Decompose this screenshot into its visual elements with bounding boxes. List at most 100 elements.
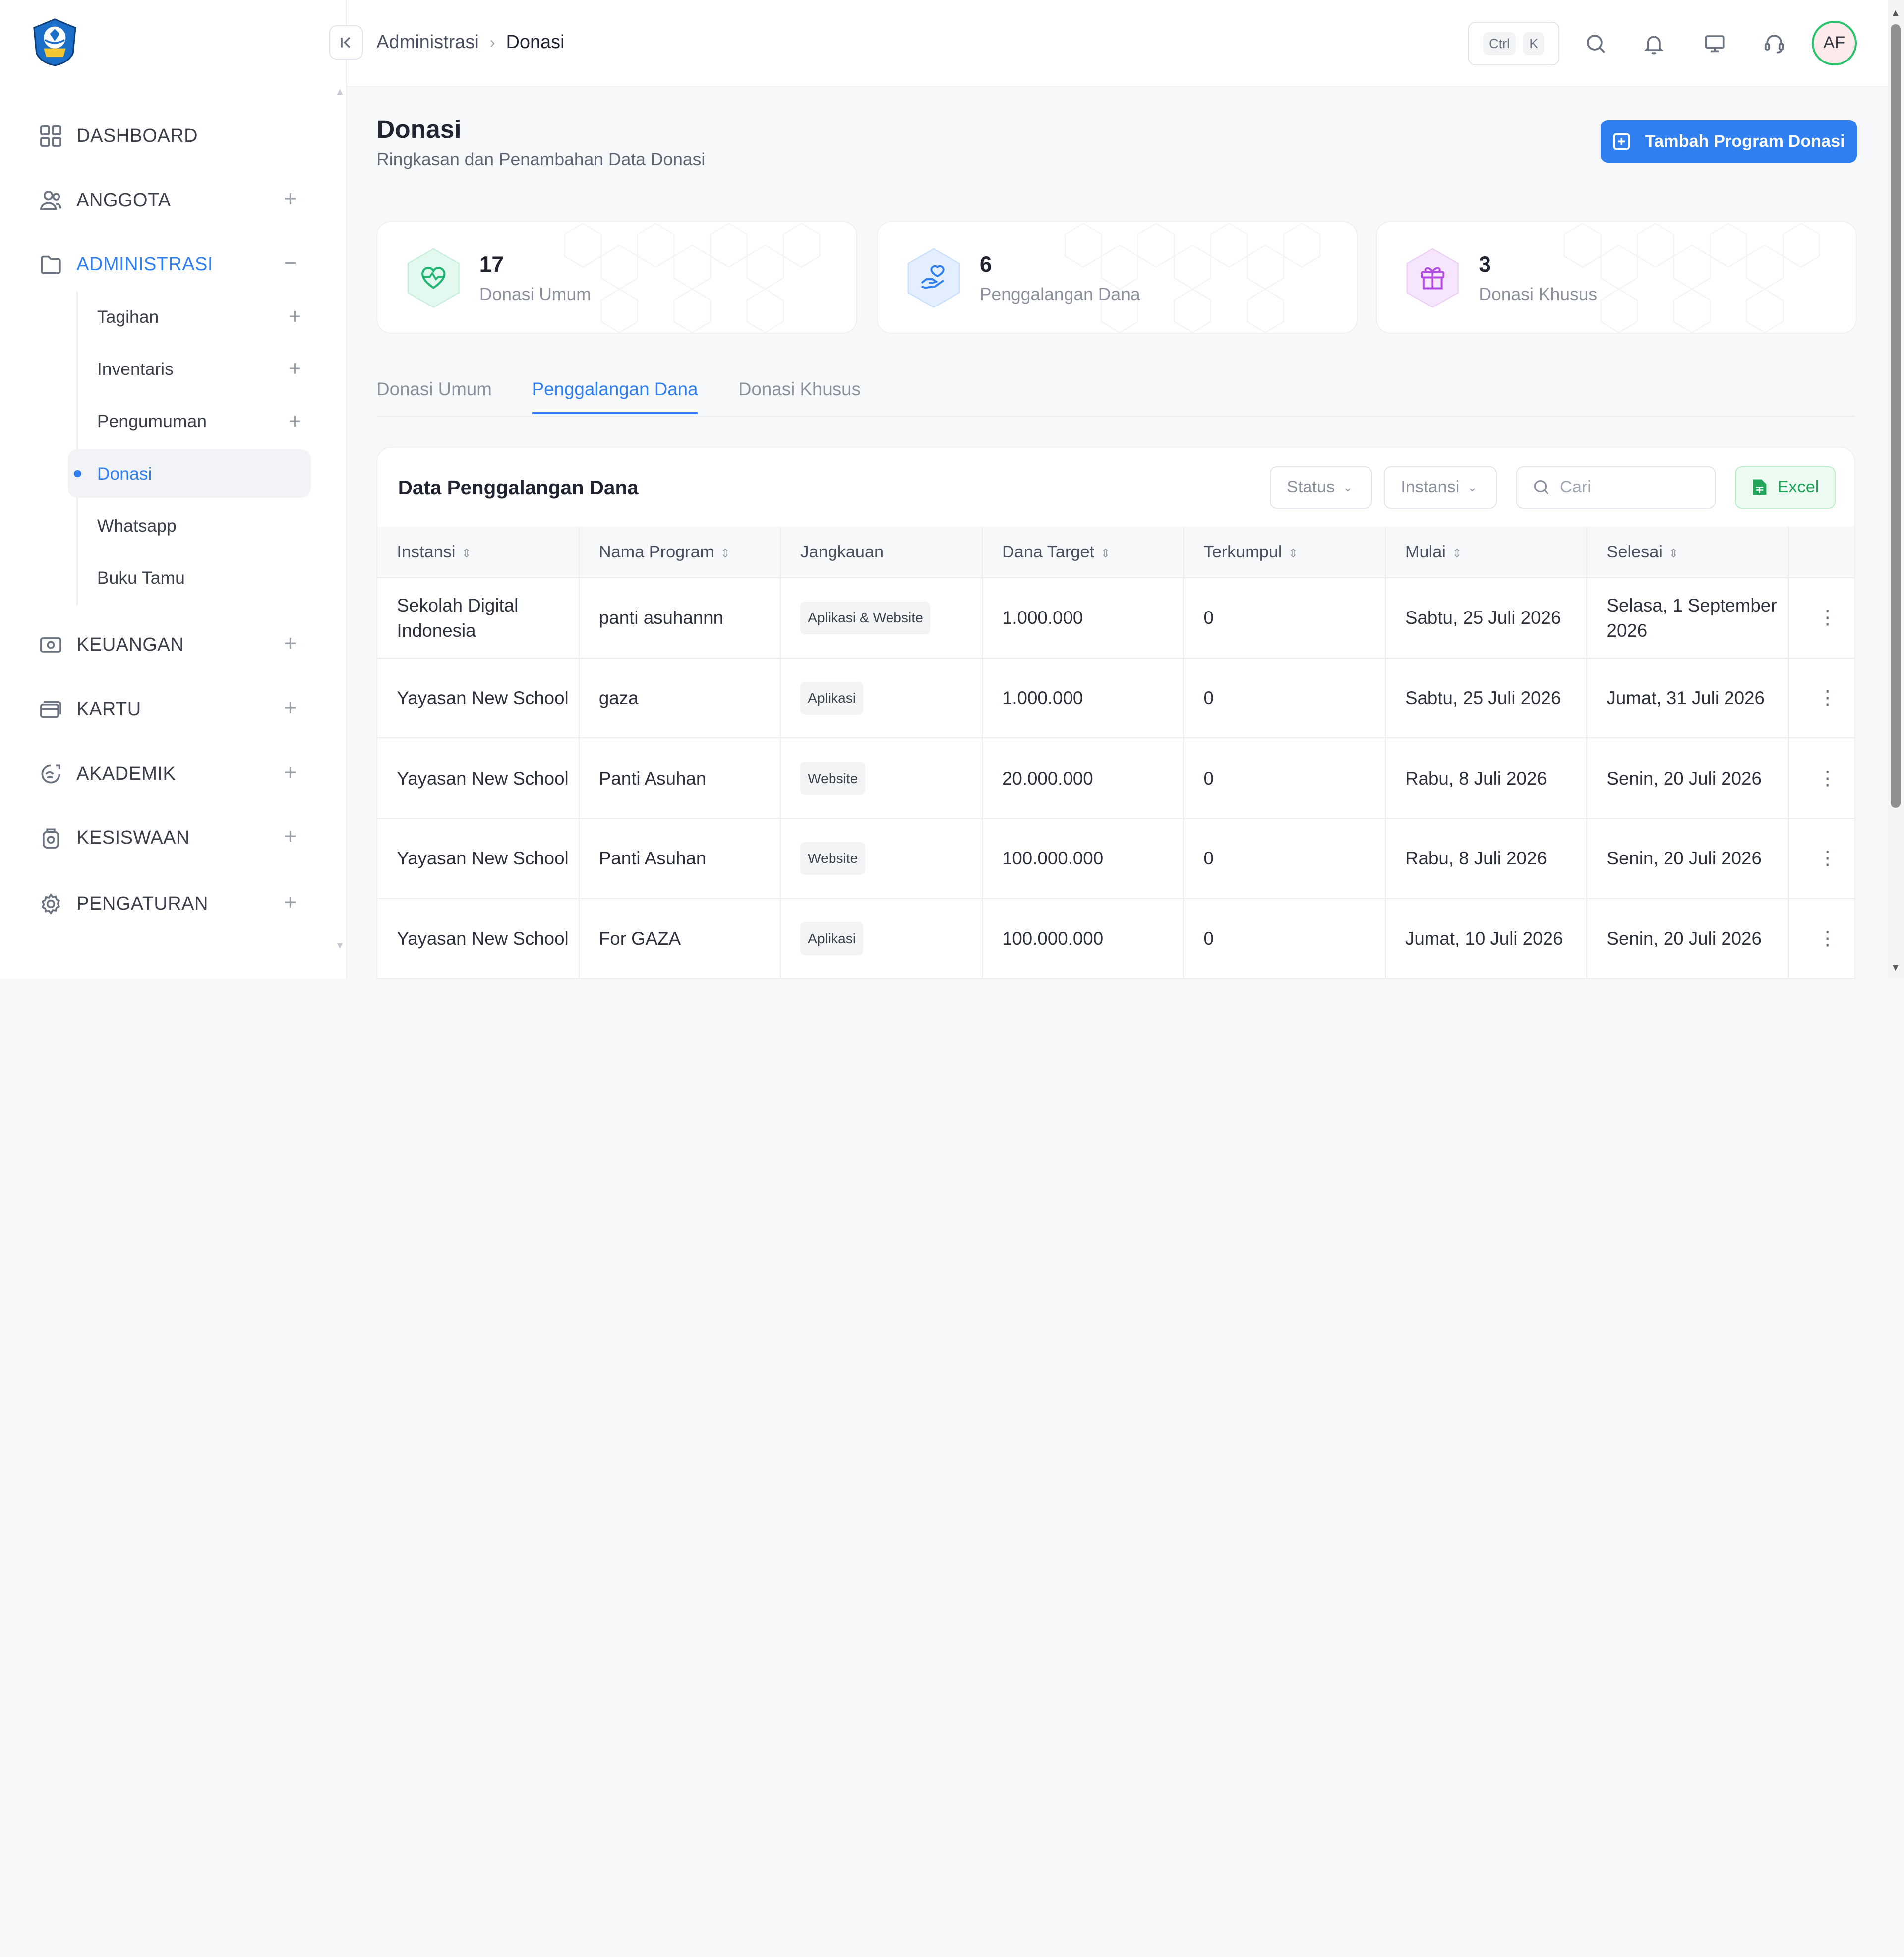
plus-icon[interactable]: + bbox=[279, 697, 301, 719]
card-title: Data Penggalangan Dana bbox=[398, 476, 639, 499]
stat-card-donasi-umum[interactable]: 17 Donasi Umum bbox=[376, 221, 857, 334]
sidebar-subitem-tagihan[interactable]: Tagihan + bbox=[68, 293, 311, 341]
school-logo[interactable] bbox=[29, 17, 80, 68]
add-donation-program-button[interactable]: Tambah Program Donasi bbox=[1600, 120, 1857, 163]
tab-donasi-umum[interactable]: Donasi Umum bbox=[376, 379, 492, 412]
instansi-filter-select[interactable]: Instansi ⌄ bbox=[1384, 466, 1497, 509]
breadcrumb-current: Donasi bbox=[506, 31, 565, 53]
column-header-label: Jangkauan bbox=[800, 542, 884, 561]
sidebar-subitem-buku-tamu[interactable]: Buku Tamu bbox=[68, 554, 311, 603]
more-vertical-icon[interactable]: ⋮ bbox=[1788, 818, 1855, 899]
sidebar-subitem-pengumuman[interactable]: Pengumuman + bbox=[68, 397, 311, 446]
sidebar-item-keuangan[interactable]: KEUANGAN + bbox=[36, 620, 310, 669]
column-header-dana-target[interactable]: Dana Target ⇕ bbox=[982, 527, 1185, 579]
cell-terkumpul: 0 bbox=[1184, 658, 1386, 739]
search-input[interactable] bbox=[1560, 478, 1706, 497]
sidebar-subitem-label: Pengumuman bbox=[97, 411, 207, 431]
hexagon-pattern bbox=[1563, 222, 1820, 333]
hexagon-pattern bbox=[1064, 222, 1321, 333]
scrollbar-thumb[interactable] bbox=[1891, 24, 1901, 808]
sidebar-subitem-whatsapp[interactable]: Whatsapp bbox=[68, 501, 311, 550]
sidebar-item-anggota[interactable]: ANGGOTA + bbox=[36, 176, 310, 225]
avatar[interactable]: AF bbox=[1811, 20, 1857, 66]
status-filter-label: Status bbox=[1287, 478, 1335, 497]
column-header-terkumpul[interactable]: Terkumpul ⇕ bbox=[1184, 527, 1386, 579]
minus-icon[interactable]: − bbox=[279, 252, 301, 274]
scroll-up-arrow[interactable]: ▲ bbox=[1891, 7, 1900, 19]
command-palette-shortcut[interactable]: Ctrl K bbox=[1468, 22, 1559, 66]
breadcrumb-link[interactable]: Administrasi bbox=[376, 32, 479, 53]
plus-icon[interactable]: + bbox=[279, 188, 301, 210]
sidebar-item-kartu[interactable]: KARTU + bbox=[36, 685, 310, 734]
table-row[interactable]: Yayasan New School Panti Asuhan Website … bbox=[377, 738, 1855, 819]
sort-icon[interactable]: ⇕ bbox=[1288, 547, 1299, 560]
scroll-down-arrow[interactable]: ▼ bbox=[1891, 962, 1900, 974]
table-row[interactable]: Yayasan New School For GAZA Aplikasi 100… bbox=[377, 898, 1855, 979]
sidebar-scroll-down-arrow[interactable]: ▼ bbox=[335, 941, 345, 951]
table-row[interactable]: Yayasan New School Panti Asuhan Website … bbox=[377, 818, 1855, 899]
reach-badge: Website bbox=[800, 842, 865, 875]
sidebar-item-dashboard[interactable]: DASHBOARD bbox=[36, 112, 310, 160]
sidebar-item-kesiswaan[interactable]: KESISWAAN + bbox=[36, 814, 310, 862]
plus-icon[interactable]: + bbox=[279, 891, 301, 914]
more-vertical-icon[interactable]: ⋮ bbox=[1788, 658, 1855, 739]
stat-card-donasi-khusus[interactable]: 3 Donasi Khusus bbox=[1375, 221, 1857, 334]
sidebar-item-label: KEUANGAN bbox=[76, 634, 184, 655]
column-header-instansi[interactable]: Instansi ⇕ bbox=[377, 527, 580, 579]
cell-mulai: Rabu, 8 Juli 2026 bbox=[1385, 818, 1588, 899]
tab-penggalangan-dana[interactable]: Penggalangan Dana bbox=[532, 379, 698, 414]
academic-icon bbox=[36, 759, 65, 789]
topbar: Administrasi › Donasi Ctrl K AF bbox=[329, 0, 1904, 88]
sidebar-subitem-inventaris[interactable]: Inventaris + bbox=[68, 345, 311, 394]
sort-icon[interactable]: ⇕ bbox=[1668, 547, 1679, 560]
column-header-nama-program[interactable]: Nama Program ⇕ bbox=[579, 527, 781, 579]
more-vertical-icon[interactable]: ⋮ bbox=[1788, 578, 1855, 659]
users-icon bbox=[36, 186, 65, 215]
plus-icon[interactable]: + bbox=[279, 761, 301, 784]
headset-icon[interactable] bbox=[1760, 29, 1789, 59]
plus-icon[interactable]: + bbox=[279, 632, 301, 655]
search-icon[interactable] bbox=[1581, 29, 1610, 59]
column-header-mulai[interactable]: Mulai ⇕ bbox=[1385, 527, 1588, 579]
cell-instansi: Sekolah Digital Indonesia bbox=[377, 578, 580, 659]
page-scrollbar[interactable]: ▲ ▼ bbox=[1888, 0, 1904, 979]
table-row[interactable]: Yayasan New School gaza Aplikasi 1.000.0… bbox=[377, 658, 1855, 739]
sidebar-item-administrasi[interactable]: ADMINISTRASI − bbox=[36, 241, 310, 289]
column-header-label: Instansi bbox=[397, 542, 456, 561]
card-icon bbox=[36, 695, 65, 724]
collapse-sidebar-button[interactable] bbox=[329, 25, 363, 60]
stat-label: Donasi Khusus bbox=[1479, 284, 1598, 304]
table-row[interactable]: Sekolah Digital Indonesia panti asuhannn… bbox=[377, 578, 1855, 659]
stat-card-penggalangan-dana[interactable]: 6 Penggalangan Dana bbox=[877, 221, 1358, 334]
plus-icon[interactable]: + bbox=[289, 410, 301, 432]
search-field[interactable] bbox=[1516, 466, 1716, 509]
sidebar-item-akademik[interactable]: AKADEMIK + bbox=[36, 749, 310, 798]
sort-icon[interactable]: ⇕ bbox=[1452, 547, 1462, 560]
sort-icon[interactable]: ⇕ bbox=[720, 547, 730, 560]
sidebar-subitem-label: Buku Tamu bbox=[97, 568, 185, 588]
sidebar-subitem-donasi[interactable]: Donasi bbox=[68, 449, 311, 498]
more-vertical-icon[interactable]: ⋮ bbox=[1788, 898, 1855, 979]
monitor-icon[interactable] bbox=[1700, 29, 1729, 59]
tab-donasi-khusus[interactable]: Donasi Khusus bbox=[738, 379, 861, 412]
sidebar-scroll-up-arrow[interactable]: ▲ bbox=[335, 87, 345, 97]
cell-mulai: Sabtu, 25 Juli 2026 bbox=[1385, 658, 1588, 739]
bell-icon[interactable] bbox=[1639, 29, 1668, 59]
sidebar-item-pengaturan[interactable]: PENGATURAN + bbox=[36, 879, 310, 928]
hexagon-pattern bbox=[564, 222, 821, 333]
cell-instansi: Yayasan New School bbox=[377, 658, 580, 739]
column-header-label: Terkumpul bbox=[1203, 542, 1282, 561]
plus-icon[interactable]: + bbox=[289, 306, 301, 328]
money-icon bbox=[36, 630, 65, 660]
column-header-selesai[interactable]: Selesai ⇕ bbox=[1587, 527, 1789, 579]
more-vertical-icon[interactable]: ⋮ bbox=[1788, 738, 1855, 819]
plus-icon[interactable]: + bbox=[289, 358, 301, 380]
sidebar-item-label: PENGATURAN bbox=[76, 893, 208, 914]
plus-icon[interactable]: + bbox=[279, 826, 301, 848]
column-header-label: Dana Target bbox=[1002, 542, 1094, 561]
sort-icon[interactable]: ⇕ bbox=[1100, 547, 1111, 560]
export-excel-button[interactable]: Excel bbox=[1735, 466, 1836, 509]
cell-jangkauan: Aplikasi bbox=[780, 898, 983, 979]
status-filter-select[interactable]: Status ⌄ bbox=[1270, 466, 1372, 509]
sort-icon[interactable]: ⇕ bbox=[462, 547, 472, 560]
